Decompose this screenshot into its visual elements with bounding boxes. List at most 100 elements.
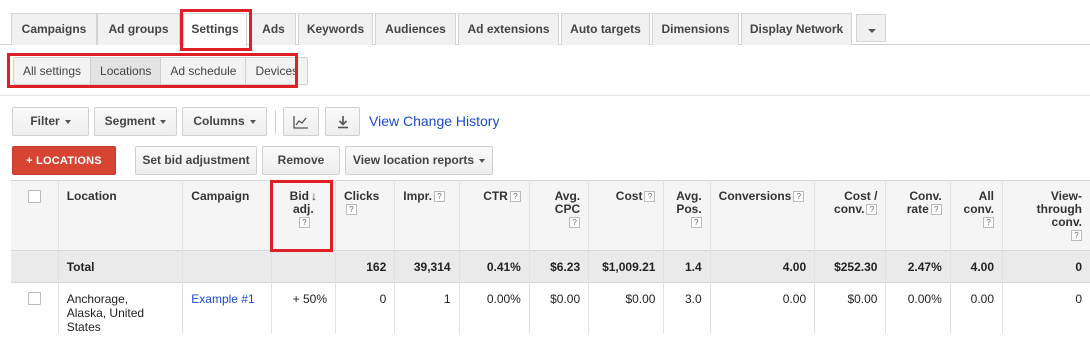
chevron-down-icon <box>160 119 167 124</box>
total-cost: $1,009.21 <box>588 250 665 283</box>
view-location-reports-button[interactable]: View location reports <box>345 146 493 175</box>
header-cost-label: Cost <box>615 189 643 203</box>
row-ctr: 0.00% <box>459 282 530 334</box>
header-location[interactable]: Location <box>58 180 184 251</box>
locations-table: Location Campaign Bid ↓ adj. ? Clicks? Im… <box>11 180 1090 334</box>
tab-ad-extensions[interactable]: Ad extensions <box>458 13 559 45</box>
help-icon[interactable]: ? <box>644 191 656 203</box>
row-location-line-1: Anchorage, <box>66 292 129 306</box>
row-bid-adj[interactable]: + 50% <box>271 282 336 334</box>
help-icon[interactable]: ? <box>345 204 357 216</box>
table-header-row: Location Campaign Bid ↓ adj. ? Clicks? Im… <box>11 180 1090 251</box>
row-campaign-link[interactable]: Example #1 <box>191 292 254 306</box>
row-location-line-2: Alaska, United <box>66 306 145 320</box>
toolbar-separator <box>275 110 276 134</box>
add-locations-button[interactable]: + LOCATIONS <box>12 146 116 175</box>
segment-label: Segment <box>104 114 156 128</box>
header-all-conv-label: All <box>978 189 994 203</box>
filter-button[interactable]: Filter <box>12 107 89 136</box>
tab-campaigns[interactable]: Campaigns <box>11 13 97 45</box>
help-icon[interactable]: ? <box>793 191 805 203</box>
tab-display-network[interactable]: Display Network <box>741 13 852 45</box>
header-campaign[interactable]: Campaign <box>182 180 272 251</box>
download-button[interactable] <box>325 107 360 136</box>
more-tabs-dropdown[interactable] <box>856 14 886 42</box>
row-location: Anchorage, Alaska, United States <box>58 282 184 334</box>
help-icon[interactable]: ? <box>433 191 445 203</box>
tab-audiences[interactable]: Audiences <box>375 13 456 45</box>
tab-keywords[interactable]: Keywords <box>298 13 373 45</box>
total-clicks: 162 <box>335 250 396 283</box>
header-avg-pos-label-2: Pos. <box>676 202 702 216</box>
row-checkbox-cell <box>11 282 59 334</box>
header-avg-cpc[interactable]: Avg. CPC? <box>529 180 590 251</box>
columns-button[interactable]: Columns <box>182 107 267 136</box>
total-all-conv: 4.00 <box>950 250 1004 283</box>
chevron-down-icon <box>479 158 486 163</box>
line-chart-icon <box>293 115 308 129</box>
download-icon <box>337 115 348 129</box>
tab-ads[interactable]: Ads <box>251 13 296 45</box>
total-row: Total 162 39,314 0.41% $6.23 $1,009.21 1… <box>11 250 1090 283</box>
subtab-locations[interactable]: Locations <box>91 58 162 84</box>
chevron-down-icon <box>249 119 256 124</box>
header-campaign-label: Campaign <box>191 189 250 203</box>
remove-button[interactable]: Remove <box>262 146 340 175</box>
tab-ad-groups[interactable]: Ad groups <box>97 13 180 45</box>
header-conversions-label: Conversions <box>718 189 792 203</box>
total-cost-conv: $252.30 <box>814 250 887 283</box>
header-impr[interactable]: Impr.? <box>394 180 460 251</box>
header-conv-rate[interactable]: Conv. rate? <box>885 180 951 251</box>
tab-dimensions[interactable]: Dimensions <box>652 13 739 45</box>
help-icon[interactable]: ? <box>298 217 310 229</box>
header-clicks[interactable]: Clicks? <box>335 180 396 251</box>
set-bid-adjustment-button[interactable]: Set bid adjustment <box>135 146 257 175</box>
row-conv-rate: 0.00% <box>885 282 951 334</box>
row-checkbox[interactable] <box>27 292 41 305</box>
total-impr: 39,314 <box>394 250 460 283</box>
total-checkbox-cell <box>11 250 59 283</box>
subtab-ad-schedule[interactable]: Ad schedule <box>161 58 247 84</box>
help-icon[interactable]: ? <box>1071 230 1082 242</box>
header-ctr-label: CTR <box>483 189 508 203</box>
tab-settings[interactable]: Settings <box>183 13 247 46</box>
help-icon[interactable]: ? <box>509 191 521 203</box>
chart-toggle-button[interactable] <box>283 107 319 136</box>
segment-button[interactable]: Segment <box>94 107 177 136</box>
header-all-conv[interactable]: All conv.? <box>950 180 1004 251</box>
help-icon[interactable]: ? <box>983 217 994 229</box>
row-location-line-3: States <box>66 320 101 334</box>
total-campaign-cell <box>182 250 272 283</box>
header-bid-label: Bid <box>289 189 309 203</box>
subtab-all-settings[interactable]: All settings <box>14 58 92 84</box>
total-view-through: 0 <box>1075 259 1082 274</box>
header-bid-adj[interactable]: Bid ↓ adj. ? <box>271 180 336 251</box>
row-avg-pos: 3.0 <box>663 282 711 334</box>
chevron-down-icon <box>64 119 71 124</box>
header-cost[interactable]: Cost? <box>588 180 665 251</box>
header-bid-label-2: adj. <box>293 202 314 216</box>
total-label: Total <box>58 250 184 283</box>
tab-auto-targets[interactable]: Auto targets <box>561 13 650 45</box>
header-impr-label: Impr. <box>403 189 432 203</box>
subtab-devices[interactable]: Devices <box>246 58 307 84</box>
header-location-label: Location <box>66 189 117 203</box>
header-view-through-label-2: through <box>1036 202 1082 216</box>
help-icon[interactable]: ? <box>930 204 942 216</box>
help-icon[interactable]: ? <box>690 217 702 229</box>
help-icon[interactable]: ? <box>866 204 878 216</box>
header-view-through[interactable]: View-through conv.? <box>1003 181 1090 251</box>
header-conv-rate-label: Conv. <box>909 189 942 203</box>
view-location-reports-label: View location reports <box>352 153 475 167</box>
header-conversions[interactable]: Conversions? <box>710 180 816 251</box>
header-ctr[interactable]: CTR? <box>459 180 530 251</box>
header-avg-cpc-label: Avg. <box>554 189 581 203</box>
header-cost-conv[interactable]: Cost / conv.? <box>814 180 887 251</box>
help-icon[interactable]: ? <box>569 217 581 229</box>
header-avg-pos-label: Avg. <box>676 189 702 203</box>
view-change-history-link[interactable]: View Change History <box>369 113 499 129</box>
header-avg-pos[interactable]: Avg. Pos.? <box>663 180 711 251</box>
select-all-checkbox[interactable] <box>27 190 41 203</box>
header-all-conv-label-2: conv. <box>963 202 994 216</box>
table-row: Anchorage, Alaska, United States Example… <box>11 282 1090 334</box>
